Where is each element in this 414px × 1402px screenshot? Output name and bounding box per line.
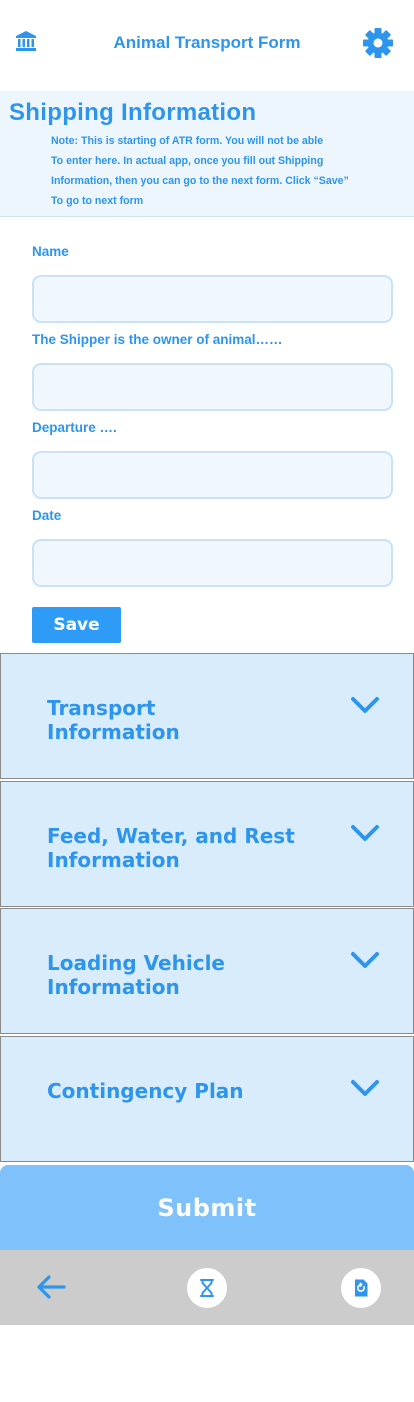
- date-label: Date: [32, 508, 62, 523]
- section-label: Transport Information: [47, 696, 180, 744]
- note-line: To enter here. In actual app, once you f…: [51, 155, 324, 167]
- section-label-line: Loading Vehicle: [47, 951, 225, 975]
- hourglass-icon: [200, 1279, 214, 1297]
- save-button[interactable]: Save: [32, 607, 121, 643]
- section-label: Loading Vehicle Information: [47, 951, 225, 999]
- section-label-line: Information: [47, 848, 180, 872]
- section-label-line: Information: [47, 720, 180, 744]
- section-feed-water-rest[interactable]: Feed, Water, and Rest Information: [0, 781, 414, 907]
- section-label-line: Contingency Plan: [47, 1079, 244, 1103]
- section-contingency-plan[interactable]: Contingency Plan: [0, 1036, 414, 1162]
- back-arrow-icon[interactable]: [34, 1270, 68, 1304]
- restore-button[interactable]: [341, 1268, 381, 1308]
- history-button[interactable]: [187, 1268, 227, 1308]
- shipping-title: Shipping Information: [9, 99, 257, 126]
- note-line: Note: This is starting of ATR form. You …: [51, 135, 324, 147]
- section-transport-information[interactable]: Transport Information: [0, 653, 414, 779]
- bottom-nav-bar: [0, 1250, 414, 1325]
- section-label: Feed, Water, and Rest Information: [47, 824, 295, 872]
- name-label: Name: [32, 244, 69, 259]
- shipping-note: Note: This is starting of ATR form. You …: [51, 131, 381, 211]
- departure-label: Departure ….: [32, 420, 117, 435]
- shipper-input[interactable]: [32, 363, 393, 411]
- departure-input[interactable]: [32, 451, 393, 499]
- chevron-down-icon[interactable]: [349, 822, 381, 844]
- shipper-label: The Shipper is the owner of animal……: [32, 332, 283, 347]
- section-label-line: Information: [47, 975, 180, 999]
- section-label-line: Transport: [47, 696, 156, 720]
- shipping-info-panel: Shipping Information Note: This is start…: [0, 91, 414, 217]
- section-label-line: Feed, Water, and Rest: [47, 824, 295, 848]
- gear-icon[interactable]: [362, 27, 394, 59]
- note-line: To go to next form: [51, 195, 144, 207]
- chevron-down-icon[interactable]: [349, 949, 381, 971]
- submit-button[interactable]: Submit: [0, 1165, 414, 1250]
- section-loading-vehicle[interactable]: Loading Vehicle Information: [0, 908, 414, 1034]
- page-title: Animal Transport Form: [113, 33, 301, 52]
- chevron-down-icon[interactable]: [349, 694, 381, 716]
- note-line: Information, then you can go to the next…: [51, 175, 349, 187]
- restore-icon: [355, 1279, 368, 1297]
- date-input[interactable]: [32, 539, 393, 587]
- section-label: Contingency Plan: [47, 1079, 244, 1103]
- chevron-down-icon[interactable]: [349, 1077, 381, 1099]
- app-header: Animal Transport Form: [0, 0, 414, 90]
- name-input[interactable]: [32, 275, 393, 323]
